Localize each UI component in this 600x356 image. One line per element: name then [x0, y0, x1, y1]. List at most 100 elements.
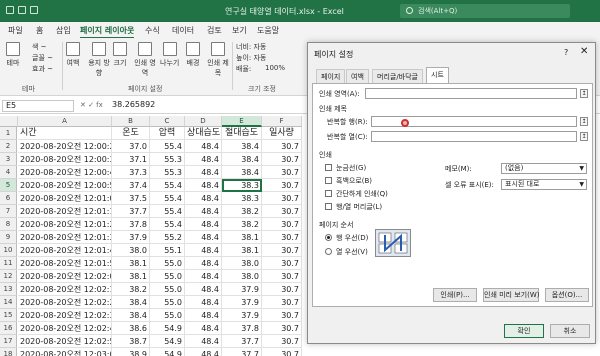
orientation-button[interactable]: 용지 방향 [88, 42, 110, 78]
table-cell[interactable]: 38.4 [112, 296, 150, 309]
print-button[interactable]: 인쇄(P)... [433, 288, 477, 302]
cols-repeat-collapse-icon[interactable]: ↥ [580, 132, 588, 141]
table-cell[interactable]: 48.4 [185, 348, 222, 356]
table-cell[interactable]: 48.4 [185, 309, 222, 322]
search-box[interactable]: 검색(Alt+Q) [400, 4, 570, 18]
table-cell[interactable]: 30.7 [262, 140, 302, 153]
row-header[interactable]: 8 [0, 218, 17, 231]
table-cell[interactable]: 48.4 [185, 231, 222, 244]
background-button[interactable]: 배경 [186, 42, 200, 68]
tab-help[interactable]: 도움말 [257, 25, 279, 36]
row-header[interactable]: 18 [0, 348, 17, 356]
table-cell[interactable]: 30.7 [262, 283, 302, 296]
themes-button[interactable]: 테마 [6, 42, 20, 68]
headings-checkbox[interactable] [325, 203, 332, 210]
table-cell[interactable]: 30.7 [262, 231, 302, 244]
row-header[interactable]: 9 [0, 231, 17, 244]
row-header[interactable]: 11 [0, 257, 17, 270]
table-cell[interactable]: 38.6 [112, 322, 150, 335]
tab-formulas[interactable]: 수식 [145, 25, 160, 36]
table-cell[interactable]: 2020-08-20오전 12:03:03 [18, 348, 112, 356]
table-cell[interactable]: 38.9 [112, 348, 150, 356]
table-cell[interactable]: 55.3 [150, 153, 185, 166]
select-all-corner[interactable] [0, 116, 18, 127]
table-cell[interactable]: 55.4 [150, 192, 185, 205]
column-header-b[interactable]: B [112, 116, 150, 127]
table-cell[interactable]: 30.7 [262, 270, 302, 283]
dialog-tab-header-footer[interactable]: 머리글/바닥글 [372, 69, 423, 83]
cancel-button[interactable]: 취소 [550, 324, 590, 338]
table-cell[interactable]: 38.1 [112, 257, 150, 270]
table-cell[interactable]: 48.4 [185, 179, 222, 192]
table-cell[interactable]: 2020-08-20오전 12:02:13 [18, 283, 112, 296]
row-header[interactable]: 13 [0, 283, 17, 296]
table-cell[interactable]: 2020-08-20오전 12:01:13 [18, 205, 112, 218]
table-cell[interactable]: 38.2 [112, 283, 150, 296]
colors-button[interactable]: 색 ~ [32, 42, 47, 52]
header-cell[interactable]: 온도 [112, 127, 150, 140]
table-cell[interactable]: 55.4 [150, 218, 185, 231]
table-cell[interactable]: 30.7 [262, 153, 302, 166]
header-cell[interactable]: 일사량 [262, 127, 302, 140]
table-cell[interactable]: 2020-08-20오전 12:02:53 [18, 335, 112, 348]
table-cell[interactable]: 38.0 [222, 257, 262, 270]
options-button[interactable]: 옵션(O)... [545, 288, 589, 302]
table-cell[interactable]: 48.4 [185, 322, 222, 335]
row-header[interactable]: 16 [0, 322, 17, 335]
table-cell[interactable]: 30.7 [262, 218, 302, 231]
header-cell[interactable]: 압력 [150, 127, 185, 140]
gridlines-checkbox[interactable] [325, 164, 332, 171]
table-cell[interactable]: 55.1 [150, 244, 185, 257]
table-cell[interactable]: 37.0 [112, 140, 150, 153]
scale-input[interactable]: 100% [265, 64, 285, 72]
table-cell[interactable]: 2020-08-20오전 12:02:33 [18, 309, 112, 322]
draft-checkbox[interactable] [325, 190, 332, 197]
table-cell[interactable]: 38.0 [222, 270, 262, 283]
table-cell[interactable]: 30.7 [262, 348, 302, 356]
table-cell[interactable]: 37.8 [222, 322, 262, 335]
table-cell[interactable]: 48.4 [185, 140, 222, 153]
table-cell[interactable]: 30.7 [262, 309, 302, 322]
header-cell[interactable]: 시간 [18, 127, 112, 140]
table-cell[interactable]: 37.4 [112, 179, 150, 192]
tab-file[interactable]: 파일 [8, 25, 23, 36]
print-preview-button[interactable]: 인쇄 미리 보기(W) [483, 288, 539, 302]
table-cell[interactable]: 55.4 [150, 205, 185, 218]
row-header[interactable]: 2 [0, 140, 17, 153]
column-header-c[interactable]: C [150, 116, 185, 127]
column-header-e[interactable]: E [222, 116, 262, 127]
table-cell[interactable]: 37.9 [222, 296, 262, 309]
table-cell[interactable]: 48.4 [185, 283, 222, 296]
table-cell[interactable]: 30.7 [262, 322, 302, 335]
table-cell[interactable]: 30.7 [262, 296, 302, 309]
table-cell[interactable]: 48.4 [185, 270, 222, 283]
table-cell[interactable]: 38.4 [222, 166, 262, 179]
table-cell[interactable]: 2020-08-20오전 12:01:53 [18, 257, 112, 270]
table-cell[interactable]: 55.0 [150, 296, 185, 309]
table-cell[interactable]: 38.1 [222, 244, 262, 257]
table-cell[interactable]: 54.9 [150, 335, 185, 348]
row-header[interactable]: 15 [0, 309, 17, 322]
table-cell[interactable]: 37.9 [112, 231, 150, 244]
table-cell[interactable]: 37.9 [222, 309, 262, 322]
table-cell[interactable]: 48.4 [185, 153, 222, 166]
table-cell[interactable]: 38.7 [112, 335, 150, 348]
quick-access-toolbar[interactable] [6, 6, 46, 16]
table-cell[interactable]: 38.4 [112, 309, 150, 322]
table-cell[interactable]: 38.1 [112, 270, 150, 283]
table-cell[interactable]: 30.7 [262, 257, 302, 270]
print-area-input[interactable] [365, 88, 577, 99]
table-cell[interactable]: 2020-08-20오전 12:01:43 [18, 244, 112, 257]
table-cell[interactable]: 48.4 [185, 296, 222, 309]
rows-repeat-collapse-icon[interactable]: ↥ [580, 117, 588, 126]
table-cell[interactable]: 37.7 [112, 205, 150, 218]
table-cell[interactable]: 48.4 [185, 166, 222, 179]
row-header[interactable]: 1 [0, 127, 17, 140]
effects-button[interactable]: 효과 ~ [32, 64, 53, 74]
table-cell[interactable]: 55.4 [150, 140, 185, 153]
table-cell[interactable]: 2020-08-20오전 12:00:53 [18, 179, 112, 192]
table-cell[interactable]: 2020-08-20오전 12:01:23 [18, 218, 112, 231]
table-cell[interactable]: 38.2 [222, 218, 262, 231]
ok-button[interactable]: 확인 [504, 324, 544, 338]
row-header[interactable]: 4 [0, 166, 17, 179]
